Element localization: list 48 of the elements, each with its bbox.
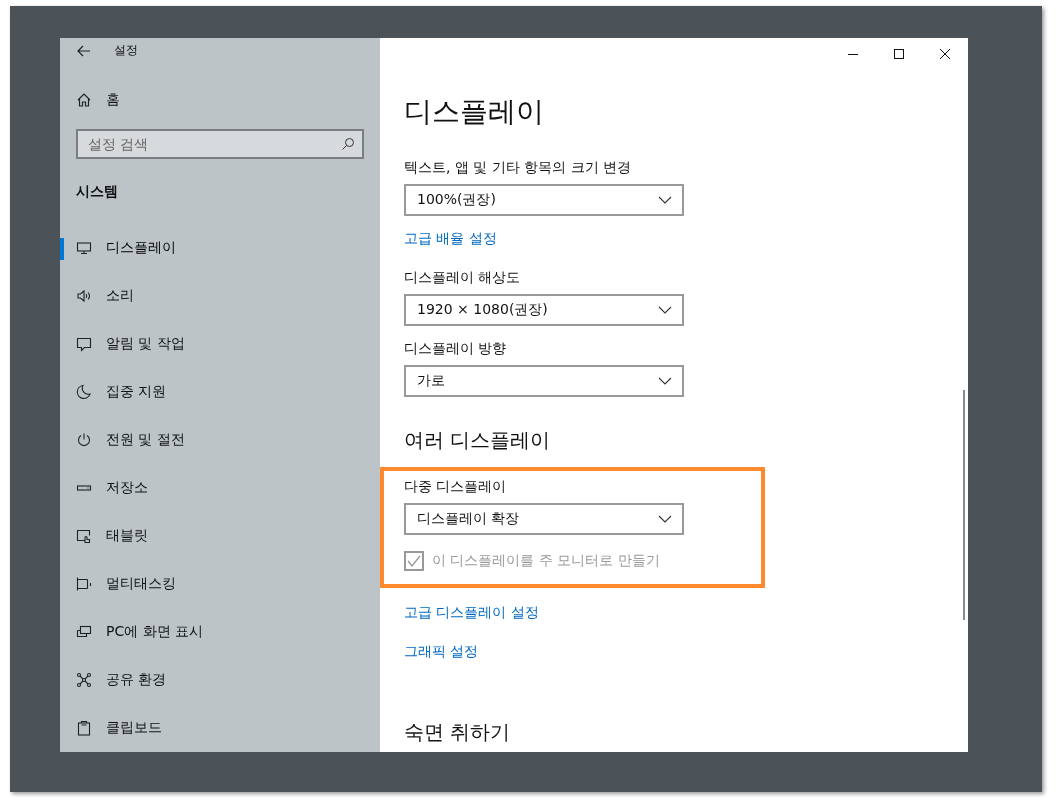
chevron-down-icon <box>658 306 672 314</box>
chevron-down-icon <box>658 377 672 385</box>
sidebar-item[interactable]: 전원 및 절전 <box>60 416 380 464</box>
field-label: 디스플레이 방향 <box>404 339 508 358</box>
field-label: 텍스트, 앱 및 기타 항목의 크기 변경 <box>404 158 633 177</box>
dropdown[interactable]: 100%(권장) <box>404 184 684 216</box>
multitask-icon <box>76 576 92 592</box>
chevron-down-icon <box>658 196 672 204</box>
speech-bubble-icon <box>76 336 92 352</box>
section-heading: 여러 디스플레이 <box>404 427 552 454</box>
link[interactable]: 고급 배율 설정 <box>404 228 497 248</box>
sidebar-item[interactable]: 클립보드 <box>60 704 380 752</box>
home-nav-item[interactable]: 홈 <box>60 87 128 113</box>
home-icon <box>76 92 92 109</box>
speaker-icon <box>76 288 92 304</box>
sidebar-item[interactable]: 공유 환경 <box>60 656 380 704</box>
window-title: 설정 <box>114 42 138 60</box>
power-icon <box>76 432 92 448</box>
moon-icon <box>76 384 92 400</box>
projector-icon <box>76 624 92 640</box>
sidebar-item[interactable]: 디스플레이 <box>60 224 380 272</box>
monitor-icon <box>76 240 92 256</box>
sidebar-item[interactable]: 저장소 <box>60 464 380 512</box>
dropdown[interactable]: 1920 × 1080(권장) <box>404 294 684 326</box>
network-icon <box>76 672 92 688</box>
sidebar-item[interactable]: 집중 지원 <box>60 368 380 416</box>
scrollbar[interactable] <box>963 390 965 620</box>
field-label: 다중 디스플레이 <box>404 477 508 496</box>
chevron-down-icon <box>658 515 672 523</box>
tablet-icon <box>76 528 92 544</box>
page-title: 디스플레이 <box>404 94 545 130</box>
link[interactable]: 고급 디스플레이 설정 <box>404 602 539 622</box>
maximize-icon <box>894 49 904 59</box>
close-icon <box>940 49 950 59</box>
search-field[interactable]: 설정 검색 <box>76 129 364 159</box>
sidebar-item[interactable]: PC에 화면 표시 <box>60 608 380 656</box>
sidebar-item[interactable]: 소리 <box>60 272 380 320</box>
section-heading: 시스템 <box>76 183 118 201</box>
dropdown[interactable]: 가로 <box>404 365 684 397</box>
sidebar-item[interactable]: 멀티태스킹 <box>60 560 380 608</box>
checkbox-label: 이 디스플레이를 주 모니터로 만들기 <box>432 552 660 570</box>
section-heading: 숙면 취하기 <box>404 719 512 746</box>
sidebar-item[interactable]: 태블릿 <box>60 512 380 560</box>
search-icon <box>341 137 355 151</box>
clipboard-icon <box>76 720 92 736</box>
link[interactable]: 그래픽 설정 <box>404 641 479 661</box>
sidebar-item[interactable]: 알림 및 작업 <box>60 320 380 368</box>
field-label: 디스플레이 해상도 <box>404 268 522 287</box>
